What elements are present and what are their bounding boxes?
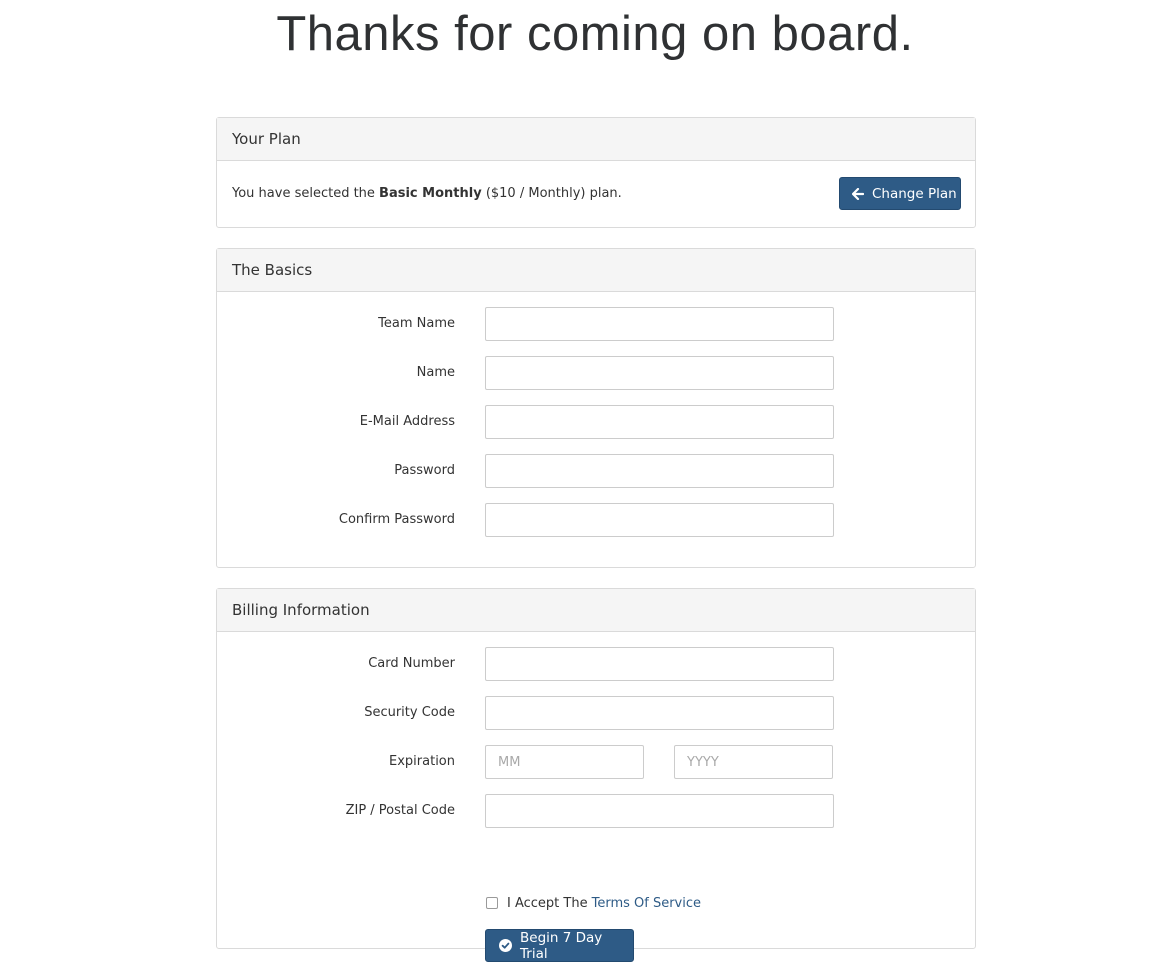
security-code-label: Security Code <box>364 705 455 720</box>
plan-text-suffix: ($10 / Monthly) plan. <box>481 186 622 201</box>
password-label: Password <box>394 463 455 478</box>
password-input[interactable] <box>485 454 834 488</box>
zip-input[interactable] <box>485 794 834 828</box>
security-code-row: Security Code <box>217 696 975 730</box>
begin-trial-label: Begin 7 Day Trial <box>520 929 603 962</box>
confirm-password-row: Confirm Password <box>217 503 975 537</box>
zip-label: ZIP / Postal Code <box>345 803 455 818</box>
change-plan-button[interactable]: Change Plan <box>839 177 961 210</box>
basics-panel-heading: The Basics <box>217 249 975 292</box>
change-plan-label: Change Plan <box>872 185 957 202</box>
plan-text-prefix: You have selected the <box>232 186 380 201</box>
check-circle-icon <box>499 939 512 952</box>
card-number-label: Card Number <box>368 656 455 671</box>
name-label: Name <box>416 365 455 380</box>
name-input[interactable] <box>485 356 834 390</box>
terms-checkbox[interactable] <box>486 897 498 909</box>
confirm-password-label: Confirm Password <box>338 512 455 527</box>
security-code-input[interactable] <box>485 696 834 730</box>
expiration-label: Expiration <box>389 754 455 769</box>
terms-prefix: I Accept The <box>507 895 588 911</box>
billing-panel-heading: Billing Information <box>217 589 975 632</box>
team-name-row: Team Name <box>217 307 975 341</box>
email-input[interactable] <box>485 405 834 439</box>
terms-of-service-link[interactable]: Terms Of Service <box>592 896 701 911</box>
expiration-row: Expiration <box>217 745 975 779</box>
page-title: Thanks for coming on board. <box>276 7 914 61</box>
billing-panel: Billing Information Card Number Security… <box>216 588 976 962</box>
team-name-input[interactable] <box>485 307 834 341</box>
basics-panel: The Basics Team Name Name E-Mail Address… <box>216 248 976 568</box>
card-number-row: Card Number <box>217 647 975 681</box>
confirm-password-input[interactable] <box>485 503 834 537</box>
email-label: E-Mail Address <box>359 414 455 429</box>
arrow-left-icon <box>852 187 864 200</box>
plan-name: Basic Monthly <box>379 186 482 201</box>
password-row: Password <box>217 454 975 488</box>
selected-plan-text: You have selected the Basic Monthly ($10… <box>232 186 622 201</box>
expiration-month-input[interactable] <box>485 745 644 779</box>
plan-panel-heading: Your Plan <box>217 118 975 161</box>
expiration-year-input[interactable] <box>674 745 833 779</box>
card-number-input[interactable] <box>485 647 834 681</box>
zip-row: ZIP / Postal Code <box>217 794 975 828</box>
terms-row: I Accept The Terms Of Service <box>485 894 701 912</box>
begin-trial-button[interactable]: Begin 7 Day Trial <box>485 929 634 962</box>
email-row: E-Mail Address <box>217 405 975 439</box>
name-row: Name <box>217 356 975 390</box>
team-name-label: Team Name <box>378 316 455 331</box>
plan-panel: Your Plan You have selected the Basic Mo… <box>216 117 976 228</box>
